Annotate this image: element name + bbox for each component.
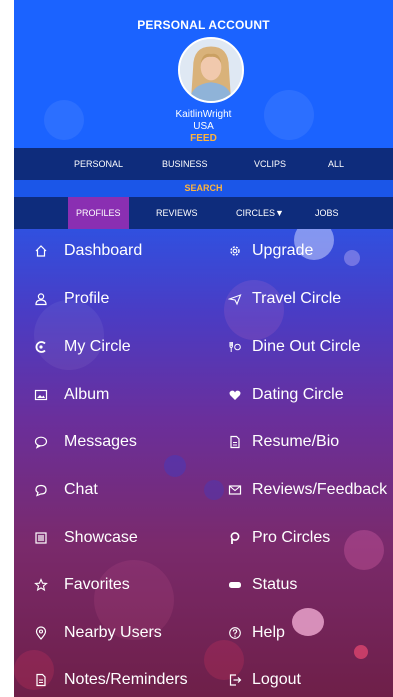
menu-label: Status [252, 576, 298, 593]
menu-label: Pro Circles [252, 529, 331, 546]
menu-travel-circle[interactable]: Travel Circle [228, 284, 341, 314]
help-icon [228, 626, 252, 640]
menu-label: Help [252, 624, 285, 641]
menu-label: Reviews/Feedback [252, 481, 388, 498]
menu-album[interactable]: Album [34, 380, 109, 410]
bokeh-light [344, 530, 384, 570]
bokeh-light [204, 480, 224, 500]
menu-upgrade[interactable]: Upgrade [228, 236, 313, 266]
feed-link[interactable]: FEED [14, 133, 393, 144]
tab-profiles[interactable]: PROFILES [68, 197, 129, 229]
menu-label: Dashboard [64, 242, 143, 259]
bokeh-light [344, 250, 360, 266]
bokeh-light [292, 608, 324, 636]
menu-reviews-feedback[interactable]: Reviews/Feedback [228, 475, 387, 505]
screen: PERSONAL ACCOUNT KaitlinWright USA FEED … [0, 0, 393, 697]
menu-dashboard[interactable]: Dashboard [34, 236, 142, 266]
search-button[interactable]: SEARCH [14, 180, 393, 197]
menu-showcase[interactable]: Showcase [34, 523, 138, 553]
user-icon [34, 292, 64, 306]
category-tabs: PERSONAL BUSINESS VCLIPS ALL [14, 148, 393, 180]
settings-icon [228, 244, 252, 258]
menu-label: Favorites [64, 576, 130, 593]
menu-nearby-users[interactable]: Nearby Users [34, 618, 162, 648]
menu-label: My Circle [64, 338, 131, 355]
heart-icon [228, 388, 252, 402]
tab-business[interactable]: BUSINESS [162, 159, 208, 169]
app-menu: PERSONAL ACCOUNT KaitlinWright USA FEED … [14, 0, 393, 697]
menu-resume-bio[interactable]: Resume/Bio [228, 427, 339, 457]
menu-my-circle[interactable]: My Circle [34, 332, 131, 362]
tab-circles[interactable]: CIRCLES▼ [236, 197, 284, 229]
country: USA [193, 121, 214, 132]
tab-reviews[interactable]: REVIEWS [156, 197, 198, 229]
tab-vclips[interactable]: VCLIPS [254, 159, 286, 169]
note-icon [34, 673, 64, 687]
document-icon [228, 435, 252, 449]
menu-label: Nearby Users [64, 624, 162, 641]
menu-label: Resume/Bio [252, 433, 340, 450]
menu-chat[interactable]: Chat [34, 475, 98, 505]
message-icon [34, 435, 64, 449]
showcase-icon [34, 531, 64, 545]
dining-icon [228, 340, 252, 354]
menu-label: Travel Circle [252, 290, 342, 307]
image-icon [34, 388, 64, 402]
menu-label: Upgrade [252, 242, 314, 259]
username: KaitlinWright [175, 109, 232, 120]
menu-label: Logout [252, 671, 301, 688]
menu-label: Dine Out Circle [252, 338, 361, 355]
chat-icon [34, 483, 64, 497]
account-header: PERSONAL ACCOUNT KaitlinWright USA FEED [14, 0, 393, 148]
menu-dating-circle[interactable]: Dating Circle [228, 380, 344, 410]
menu-label: Dating Circle [252, 386, 344, 403]
menu-label: Showcase [64, 529, 138, 546]
menu-favorites[interactable]: Favorites [34, 570, 130, 600]
avatar[interactable] [178, 37, 244, 103]
circle-icon [34, 340, 64, 354]
menu-label: Profile [64, 290, 110, 307]
menu-notes-reminders[interactable]: Notes/Reminders [34, 665, 188, 695]
menu-label: Album [64, 386, 110, 403]
location-icon [34, 626, 64, 640]
pro-circle-icon [228, 531, 252, 545]
bokeh-light [164, 455, 186, 477]
logout-icon [228, 673, 252, 687]
tab-jobs[interactable]: JOBS [315, 197, 339, 229]
menu-profile[interactable]: Profile [34, 284, 109, 314]
star-icon [34, 578, 64, 592]
menu-messages[interactable]: Messages [34, 427, 137, 457]
menu-status[interactable]: Status [228, 570, 297, 600]
status-icon [228, 578, 252, 592]
menu-help[interactable]: Help [228, 618, 285, 648]
bokeh-light [354, 645, 368, 659]
menu-logout[interactable]: Logout [228, 665, 301, 695]
plane-icon [228, 292, 252, 306]
menu-label: Notes/Reminders [64, 671, 188, 688]
menu-label: Messages [64, 433, 137, 450]
page-title: PERSONAL ACCOUNT [137, 18, 270, 32]
avatar-portrait-icon [180, 39, 242, 101]
menu-pro-circles[interactable]: Pro Circles [228, 523, 330, 553]
tab-personal[interactable]: PERSONAL [74, 159, 123, 169]
menu-label: Chat [64, 481, 98, 498]
menu-dine-out-circle[interactable]: Dine Out Circle [228, 332, 360, 362]
tab-all[interactable]: ALL [328, 159, 344, 169]
mail-icon [228, 483, 252, 497]
profile-subtabs: PROFILES REVIEWS CIRCLES▼ JOBS [14, 197, 393, 229]
home-icon [34, 244, 64, 258]
